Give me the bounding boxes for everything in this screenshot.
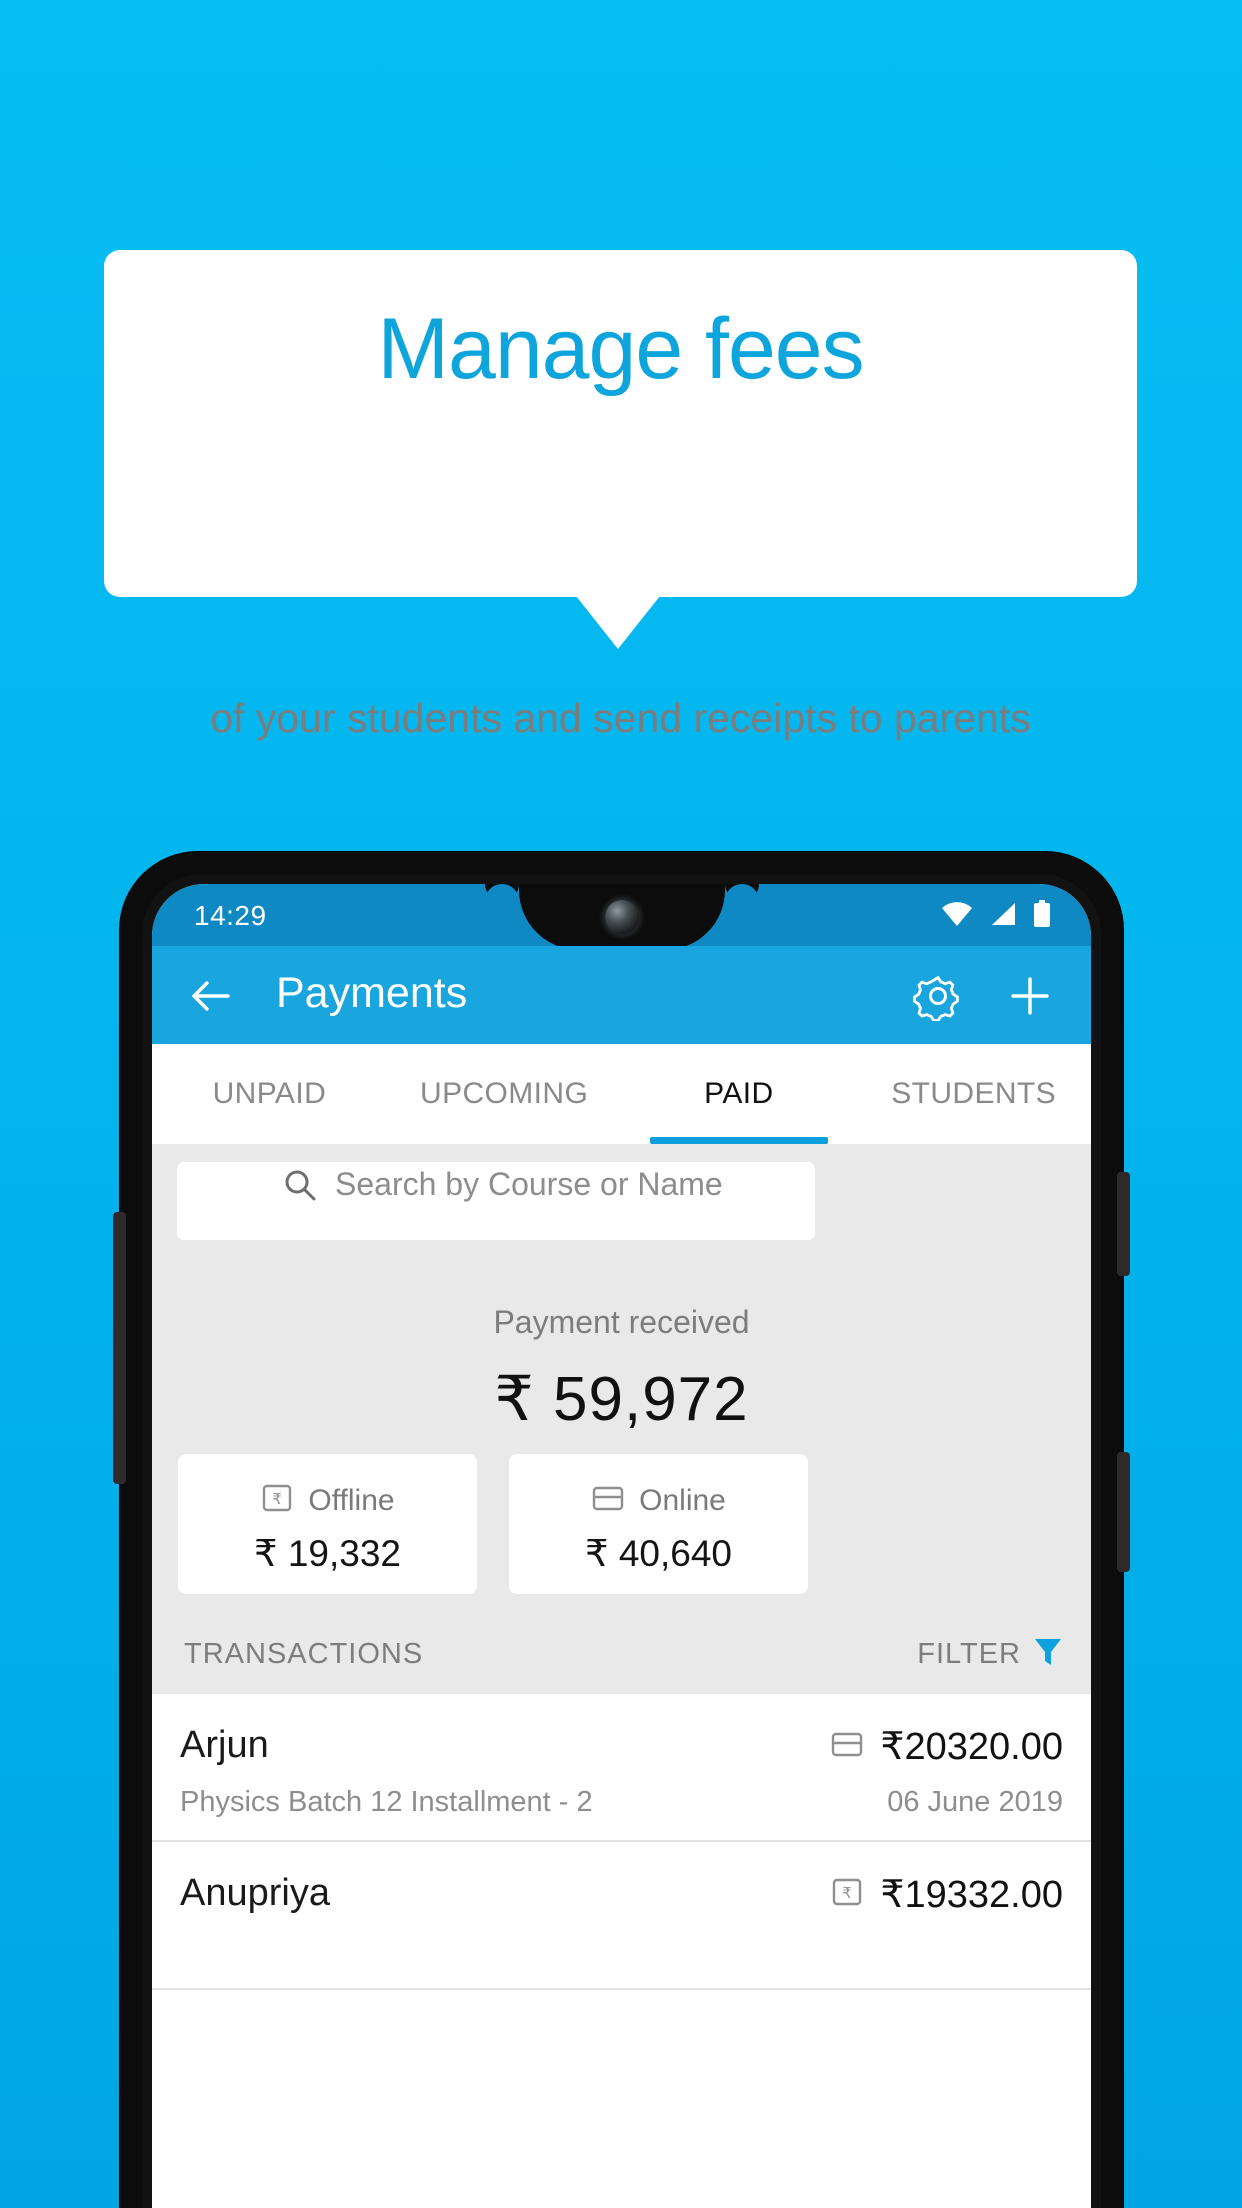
transaction-date: 06 June 2019 <box>887 1786 1063 1818</box>
transaction-name: Anupriya <box>180 1872 330 1914</box>
transaction-description: Physics Batch 12 Installment - 2 <box>180 1786 593 1818</box>
tab-unpaid[interactable]: UNPAID <box>152 1044 387 1144</box>
online-card-header: Online <box>509 1481 808 1520</box>
online-card-label: Online <box>639 1483 726 1517</box>
side-button-right[interactable] <box>1117 1452 1130 1572</box>
svg-text:₹: ₹ <box>273 1490 283 1508</box>
phone-mockup: 14:29 Payments UNPAID UPCOMING PAID STUD… <box>113 852 1130 2208</box>
payment-received-amount: ₹ 59,972 <box>494 1365 749 1434</box>
filter-button[interactable]: FILTER <box>917 1636 1063 1673</box>
status-bar-clock: 14:29 <box>194 900 267 931</box>
tab-upcoming[interactable]: UPCOMING <box>387 1044 622 1144</box>
plus-icon[interactable] <box>1005 971 1055 1021</box>
rupee-note-icon: ₹ <box>260 1481 294 1520</box>
gear-icon[interactable] <box>913 971 963 1022</box>
promo-bubble-tail <box>576 596 660 649</box>
filter-label: FILTER <box>917 1638 1021 1670</box>
transaction-amount-group: ₹20320.00 <box>830 1724 1063 1769</box>
table-row[interactable]: Anupriya ₹ ₹19332.00 <box>152 1842 1091 1990</box>
tab-bar: UNPAID UPCOMING PAID STUDENTS <box>152 1044 1091 1144</box>
offline-card-amount: ₹ 19,332 <box>254 1533 401 1574</box>
power-button[interactable] <box>1117 1172 1130 1276</box>
online-card-amount: ₹ 40,640 <box>585 1533 732 1574</box>
transactions-header: TRANSACTIONS FILTER <box>152 1624 1091 1694</box>
credit-card-icon <box>591 1481 625 1520</box>
transactions-list: Arjun ₹20320.00 Physics Batch 12 Install… <box>152 1694 1091 2208</box>
promo-headline: Manage fees <box>377 301 864 397</box>
rupee-note-icon: ₹ <box>830 1875 864 1914</box>
battery-full-icon <box>1033 900 1051 928</box>
page-title: Payments <box>276 969 468 1017</box>
promo-subheadline: of your students and send receipts to pa… <box>210 695 1031 741</box>
online-summary-card[interactable]: Online ₹ 40,640 <box>509 1454 808 1594</box>
svg-text:₹: ₹ <box>843 1884 853 1902</box>
offline-card-header: ₹ Offline <box>178 1481 477 1520</box>
paid-tab-content: Search by Course or Name Payment receive… <box>152 1144 1091 2208</box>
tab-students[interactable]: STUDENTS <box>856 1044 1091 1144</box>
funnel-icon <box>1033 1636 1063 1673</box>
tab-paid[interactable]: PAID <box>622 1044 857 1144</box>
transaction-amount: ₹19332.00 <box>880 1874 1063 1916</box>
transaction-amount-group: ₹ ₹19332.00 <box>830 1872 1063 1917</box>
offline-card-label: Offline <box>308 1483 395 1517</box>
transaction-name: Arjun <box>180 1724 269 1766</box>
volume-rocker-button[interactable] <box>113 1212 126 1484</box>
app-bar: Payments <box>152 946 1091 1044</box>
back-arrow-icon[interactable] <box>186 972 234 1020</box>
status-bar-icons <box>941 900 1051 928</box>
payment-received-label: Payment received <box>493 1304 750 1340</box>
wifi-icon <box>941 901 973 927</box>
credit-card-icon <box>830 1727 864 1766</box>
cellular-signal-icon <box>989 901 1017 927</box>
search-placeholder-text: Search by Course or Name <box>335 1166 723 1202</box>
transaction-amount: ₹20320.00 <box>880 1726 1063 1768</box>
transactions-label: TRANSACTIONS <box>184 1638 424 1670</box>
display-notch <box>518 884 725 950</box>
phone-screen: 14:29 Payments UNPAID UPCOMING PAID STUD… <box>152 884 1091 2208</box>
table-row[interactable]: Arjun ₹20320.00 Physics Batch 12 Install… <box>152 1694 1091 1842</box>
search-icon <box>283 1168 317 1207</box>
promo-bubble: Manage fees of your students and send re… <box>104 250 1137 741</box>
front-camera-icon <box>604 900 639 934</box>
phone-bezel: 14:29 Payments UNPAID UPCOMING PAID STUD… <box>142 874 1101 2208</box>
offline-summary-card[interactable]: ₹ Offline ₹ 19,332 <box>178 1454 477 1594</box>
